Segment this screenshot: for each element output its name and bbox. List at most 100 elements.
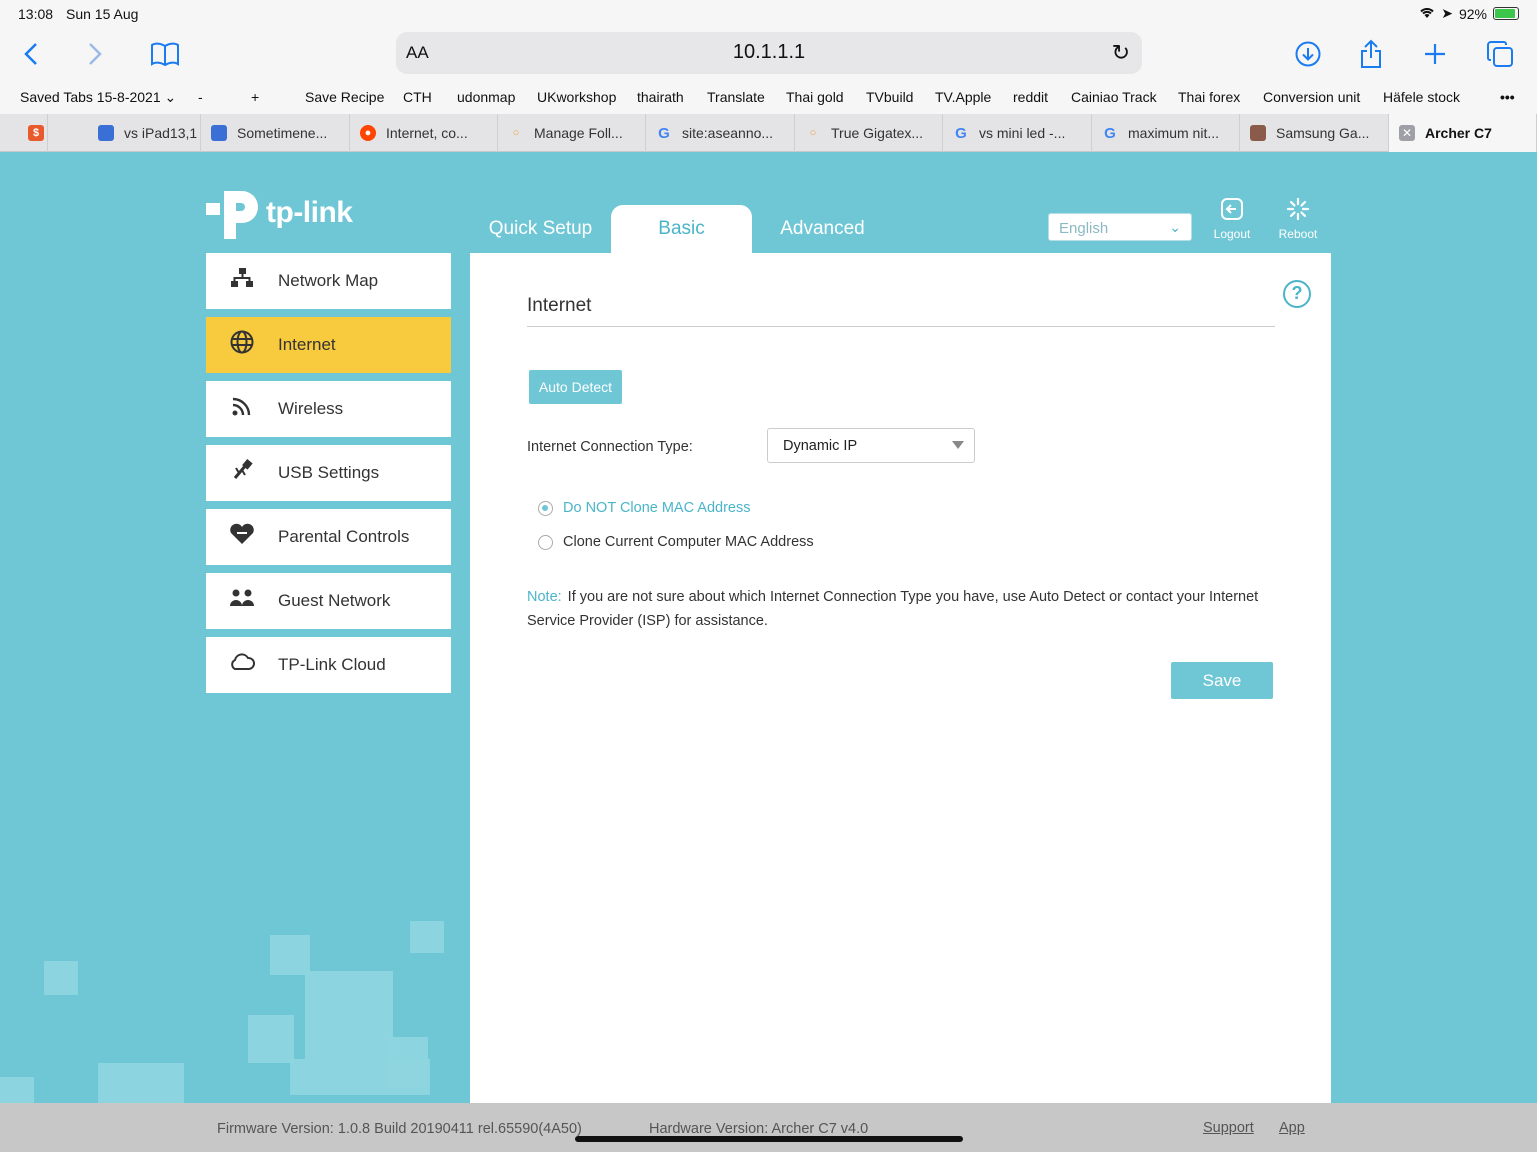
page-favicon-icon	[211, 125, 227, 141]
tp-link-logo-icon	[206, 191, 258, 239]
address-bar[interactable]: AA 10.1.1.1 ↻	[396, 32, 1142, 74]
tab-quick-setup[interactable]: Quick Setup	[470, 205, 611, 253]
network-map-icon	[206, 268, 278, 294]
decor-square	[270, 935, 310, 975]
logout-button[interactable]: Logout	[1206, 197, 1258, 241]
decor-square	[410, 921, 444, 953]
status-bar: 13:08 Sun 15 Aug ➤ 92%	[0, 0, 1537, 28]
bookmark-ukworkshop[interactable]: UKworkshop	[537, 89, 616, 105]
tab-basic[interactable]: Basic	[611, 205, 752, 253]
connection-type-select[interactable]: Dynamic IP	[767, 428, 975, 463]
bookmark-save-recipe[interactable]: Save Recipe	[305, 89, 384, 105]
back-icon[interactable]	[16, 34, 46, 74]
sidebar-item-guest-network[interactable]: Guest Network	[206, 573, 451, 629]
bookmark-thai-forex[interactable]: Thai forex	[1178, 89, 1240, 105]
decor-square	[44, 961, 78, 995]
decor-square	[388, 1037, 428, 1087]
radio-unselected-icon[interactable]	[538, 534, 553, 550]
bookmark-plus[interactable]: +	[251, 89, 259, 105]
tab-item[interactable]: vs iPad13,1	[48, 114, 201, 152]
bookmarks-more-icon[interactable]: •••	[1500, 89, 1515, 105]
radio-do-not-clone-mac[interactable]: Do NOT Clone MAC Address	[538, 500, 751, 516]
firmware-version: Firmware Version: 1.0.8 Build 20190411 r…	[217, 1121, 582, 1137]
download-icon[interactable]	[1292, 34, 1324, 74]
forward-icon[interactable]	[80, 34, 110, 74]
share-icon[interactable]	[1356, 34, 1386, 74]
new-tab-plus-icon[interactable]	[1420, 34, 1450, 74]
help-question-icon[interactable]: ?	[1283, 280, 1311, 308]
globe-icon	[206, 330, 278, 360]
auto-detect-button[interactable]: Auto Detect	[529, 370, 622, 404]
tab-advanced[interactable]: Advanced	[752, 205, 893, 253]
google-favicon-icon: G	[955, 124, 967, 142]
tab-item[interactable]: ○ Manage Foll...	[498, 114, 646, 152]
google-favicon-icon: G	[1104, 124, 1116, 142]
note-text: Note: If you are not sure about which Int…	[527, 586, 1287, 633]
close-tab-icon[interactable]: ✕	[1399, 125, 1415, 141]
bookmark-cth[interactable]: CTH	[403, 89, 432, 105]
wireless-icon	[206, 395, 278, 423]
sidebar-item-usb-settings[interactable]: USB Settings	[206, 445, 451, 501]
radio-clone-mac[interactable]: Clone Current Computer MAC Address	[538, 534, 814, 550]
reboot-icon	[1272, 197, 1324, 227]
bookmark-hafele-stock[interactable]: Häfele stock	[1383, 89, 1460, 105]
guest-users-icon	[206, 588, 278, 614]
home-indicator[interactable]	[575, 1136, 963, 1142]
note-key: Note:	[527, 589, 562, 605]
sidebar-item-internet[interactable]: Internet	[206, 317, 451, 373]
save-button[interactable]: Save	[1171, 662, 1273, 699]
reload-icon[interactable]: ↻	[1112, 40, 1130, 66]
wifi-icon	[1419, 6, 1435, 22]
logout-icon	[1206, 197, 1258, 227]
app-link[interactable]: App	[1279, 1120, 1305, 1136]
chevron-down-icon: ⌄	[164, 89, 177, 105]
status-date: Sun 15 Aug	[66, 6, 139, 22]
page-footer: Firmware Version: 1.0.8 Build 20190411 r…	[0, 1103, 1537, 1152]
tab-item[interactable]: G vs mini led -...	[943, 114, 1092, 152]
tab-item-active[interactable]: ✕ Archer C7	[1389, 114, 1537, 152]
tab-item[interactable]: ● Internet, co...	[350, 114, 498, 152]
connection-type-label: Internet Connection Type:	[527, 439, 693, 455]
router-page: tp-link Quick Setup Basic Advanced Engli…	[0, 153, 1537, 1152]
url-text[interactable]: 10.1.1.1	[396, 41, 1142, 64]
support-link[interactable]: Support	[1203, 1120, 1254, 1136]
bookmark-reddit[interactable]: reddit	[1013, 89, 1048, 105]
logout-label: Logout	[1213, 227, 1251, 241]
tab-item[interactable]: G maximum nit...	[1092, 114, 1240, 152]
title-divider	[527, 326, 1275, 327]
connection-type-value: Dynamic IP	[783, 438, 858, 454]
tab-item[interactable]: Samsung Ga...	[1240, 114, 1389, 152]
reboot-label: Reboot	[1278, 227, 1318, 241]
sidebar-item-tp-link-cloud[interactable]: TP-Link Cloud	[206, 637, 451, 693]
reboot-button[interactable]: Reboot	[1272, 197, 1324, 241]
bookmark-minus[interactable]: -	[198, 89, 203, 105]
panel-title: Internet	[527, 295, 592, 316]
bookmark-tv-apple[interactable]: TV.Apple	[935, 89, 991, 105]
bookmark-cainiao-track[interactable]: Cainiao Track	[1071, 89, 1157, 105]
sidebar-item-parental-controls[interactable]: Parental Controls	[206, 509, 451, 565]
usb-icon	[206, 459, 278, 487]
bookmark-thairath[interactable]: thairath	[637, 89, 684, 105]
decor-square	[248, 1015, 294, 1063]
tab-partial[interactable]: $	[0, 114, 48, 152]
bookmark-saved-tabs[interactable]: Saved Tabs 15-8-2021 ⌄	[20, 89, 176, 106]
tab-item[interactable]: ○ True Gigatex...	[795, 114, 943, 152]
tab-item[interactable]: G site:aseanno...	[646, 114, 795, 152]
sidebar-item-wireless[interactable]: Wireless	[206, 381, 451, 437]
tabs-overview-icon[interactable]	[1484, 34, 1516, 74]
sidebar-item-network-map[interactable]: Network Map	[206, 253, 451, 309]
tab-item[interactable]: Sometimene...	[201, 114, 350, 152]
bookmark-thai-gold[interactable]: Thai gold	[786, 89, 844, 105]
bookmark-conversion-unit[interactable]: Conversion unit	[1263, 89, 1360, 105]
bookmark-tvbuild[interactable]: TVbuild	[866, 89, 913, 105]
tp-link-logo: tp-link	[206, 185, 353, 241]
loading-favicon-icon: ○	[512, 127, 520, 139]
page-favicon-icon	[98, 125, 114, 141]
bookmark-udonmap[interactable]: udonmap	[457, 89, 515, 105]
bookmarks-bar: Saved Tabs 15-8-2021 ⌄ - + Save Recipe C…	[0, 80, 1537, 114]
bookmark-translate[interactable]: Translate	[707, 89, 765, 105]
bookmarks-book-icon[interactable]	[148, 34, 182, 74]
language-select[interactable]: English ⌄	[1048, 213, 1192, 241]
google-favicon-icon: G	[658, 124, 670, 142]
radio-selected-icon[interactable]	[538, 500, 553, 516]
